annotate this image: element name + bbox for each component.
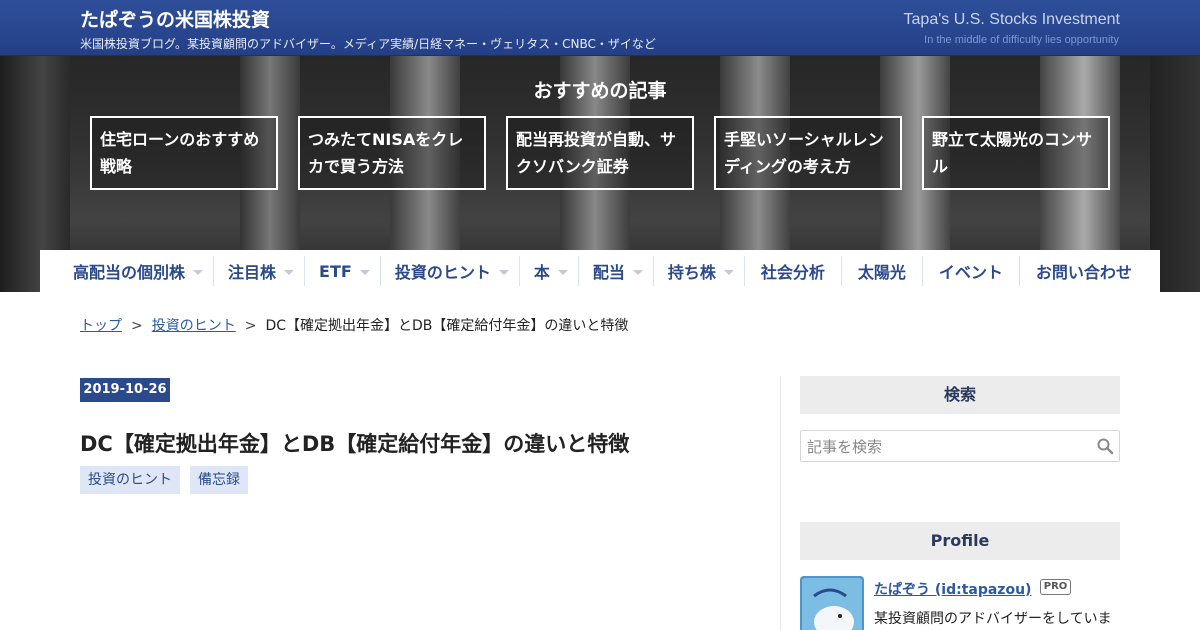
nav-item-solar[interactable]: 太陽光 — [842, 250, 922, 292]
profile-description: 某投資顧問のアドバイザーをしていま — [874, 611, 1112, 627]
search-form — [800, 430, 1120, 462]
search-input[interactable] — [807, 435, 1087, 459]
nav-item-label: ETF — [319, 261, 352, 281]
chevron-down-icon — [498, 269, 509, 275]
category-tag-memo[interactable]: 備忘録 — [190, 466, 248, 494]
nav-item-social-analysis[interactable]: 社会分析 — [745, 250, 841, 292]
breadcrumb-separator: > — [244, 318, 257, 334]
site-title-link[interactable]: たぱぞうの米国株投資 — [80, 5, 270, 32]
nav-item-label: 持ち株 — [667, 263, 716, 282]
search-icon — [1097, 438, 1114, 455]
chevron-down-icon — [723, 269, 734, 275]
site-description: 米国株投資ブログ。某投資顧問のアドバイザー。メディア実績/日経マネー・ヴェリタス… — [80, 37, 656, 51]
breadcrumb: トップ > 投資のヒント > DC【確定拠出年金】とDB【確定給付年金】の違いと特徴 — [80, 315, 628, 335]
pro-badge: PRO — [1040, 579, 1071, 595]
nav-item-contact[interactable]: お問い合わせ — [1020, 250, 1142, 292]
breadcrumb-separator: > — [131, 318, 143, 334]
recommended-card-1[interactable]: 住宅ローンのおすすめ戦略 — [90, 116, 278, 190]
chevron-down-icon — [557, 269, 568, 275]
nav-item-label: 社会分析 — [760, 263, 825, 282]
recommended-card-4[interactable]: 手堅いソーシャルレンディングの考え方 — [714, 116, 902, 190]
nav-item-label: お問い合わせ — [1035, 263, 1132, 282]
nav-item-events[interactable]: イベント — [923, 250, 1019, 292]
site-english-title: Tapa's U.S. Stocks Investment — [903, 11, 1120, 28]
breadcrumb-top-link[interactable]: トップ — [80, 318, 122, 334]
chevron-down-icon — [193, 269, 204, 275]
avatar-illustration — [800, 576, 864, 630]
nav-item-label: 配当 — [592, 263, 625, 282]
nav-item-books[interactable]: 本 — [520, 250, 578, 292]
sidebar-search-heading: 検索 — [800, 376, 1120, 414]
column-divider — [780, 376, 781, 630]
breadcrumb-current: DC【確定拠出年金】とDB【確定給付年金】の違いと特徴 — [265, 318, 629, 334]
main-nav: 高配当の個別株 注目株 ETF 投資のヒント 本 配当 持ち株 社会分析 太陽光… — [40, 250, 1160, 292]
sidebar-profile-heading: Profile — [800, 522, 1120, 560]
search-button[interactable] — [1095, 437, 1115, 457]
hero-title: おすすめの記事 — [533, 80, 667, 102]
breadcrumb-category-link[interactable]: 投資のヒント — [152, 318, 236, 334]
recommended-card-2[interactable]: つみたてNISAをクレカで買う方法 — [298, 116, 486, 190]
nav-item-etf[interactable]: ETF — [305, 250, 380, 292]
chevron-down-icon — [632, 269, 643, 275]
category-tag-investment-tips[interactable]: 投資のヒント — [80, 466, 180, 494]
chevron-down-icon — [359, 269, 370, 275]
nav-item-high-dividend[interactable]: 高配当の個別株 — [40, 250, 213, 292]
site-english-subtitle: In the middle of difficulty lies opportu… — [924, 34, 1119, 46]
nav-item-label: 投資のヒント — [394, 263, 491, 282]
nav-item-dividends[interactable]: 配当 — [579, 250, 653, 292]
recommended-card-5[interactable]: 野立て太陽光のコンサル — [922, 116, 1110, 190]
nav-item-label: イベント — [938, 263, 1003, 282]
profile-name-link[interactable]: たぱぞう (id:tapazou) — [874, 579, 1031, 599]
entry-date-badge[interactable]: 2019-10-26 — [80, 378, 170, 402]
nav-item-featured-stocks[interactable]: 注目株 — [214, 250, 304, 292]
nav-item-label: 本 — [533, 263, 550, 282]
nav-item-label: 太陽光 — [857, 263, 906, 282]
nav-item-label: 高配当の個別株 — [73, 263, 186, 282]
entry-title[interactable]: DC【確定拠出年金】とDB【確定給付年金】の違いと特徴 — [80, 428, 629, 458]
avatar[interactable] — [800, 576, 864, 630]
nav-item-holdings[interactable]: 持ち株 — [654, 250, 744, 292]
nav-item-label: 注目株 — [228, 263, 277, 282]
recommended-card-3[interactable]: 配当再投資が自動、サクソバンク証券 — [506, 116, 694, 190]
chevron-down-icon — [284, 269, 295, 275]
nav-item-investment-tips[interactable]: 投資のヒント — [381, 250, 519, 292]
site-header: たぱぞうの米国株投資 米国株投資ブログ。某投資顧問のアドバイザー。メディア実績/… — [0, 0, 1200, 56]
